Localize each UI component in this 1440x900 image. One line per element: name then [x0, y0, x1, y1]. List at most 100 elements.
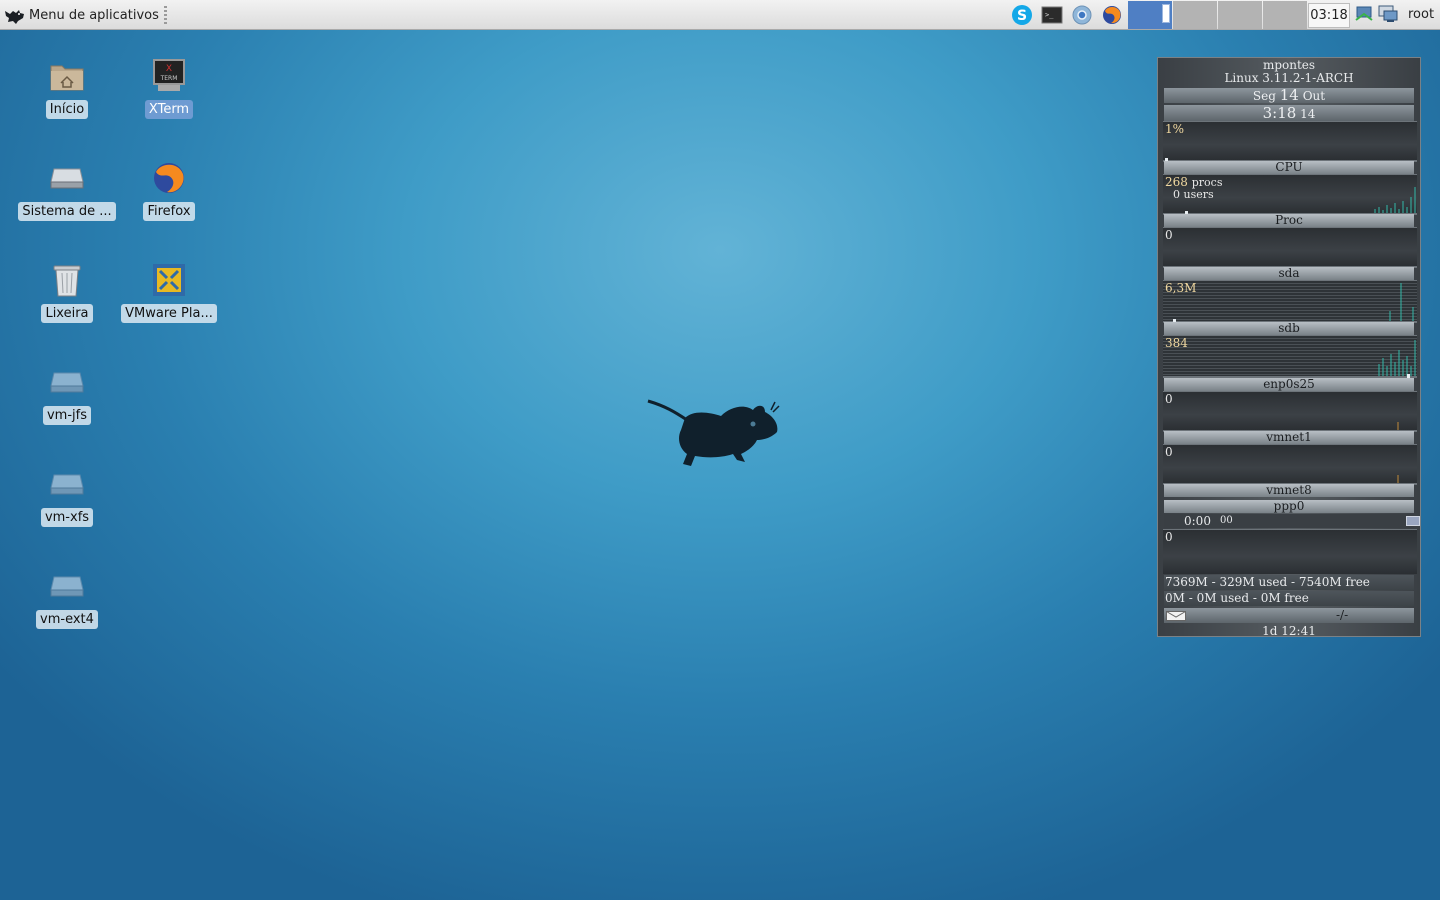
workspace-4[interactable] [1263, 1, 1307, 29]
gk-date: Seg 14 Out [1164, 88, 1414, 103]
network-connections-tray[interactable] [1377, 4, 1399, 28]
gk-vmnet1-chart[interactable]: 0 [1163, 391, 1417, 430]
gk-kernel: Linux 3.11.2-1-ARCH [1224, 71, 1354, 85]
gk-ppp0-timer: 0:00 00 [1164, 514, 1420, 528]
gk-vmnet8-chart[interactable]: 0 [1163, 444, 1417, 483]
chromium-launcher[interactable] [1071, 4, 1093, 26]
gk-sdb-chart[interactable]: 6,3M [1163, 280, 1417, 321]
gk-date-month: Out [1302, 89, 1326, 103]
desktop-icon-vm-ext4[interactable]: vm-ext4 [17, 568, 117, 629]
gk-date-day: Seg [1252, 89, 1276, 103]
drive-icon [49, 568, 85, 604]
workspace-switcher [1128, 1, 1308, 29]
svg-text:S: S [1017, 8, 1027, 24]
workspace-2[interactable] [1173, 1, 1217, 29]
gk-procs-value: 268 [1165, 175, 1188, 189]
desktop-icon-label: Sistema de ... [18, 202, 116, 221]
network-manager-tray[interactable] [1354, 4, 1374, 28]
desktop-icon-trash[interactable]: Lixeira [17, 262, 117, 323]
gk-sdb-value: 6,3M [1165, 281, 1197, 295]
gk-mem-meter[interactable]: 7369M - 329M used - 7540M free [1164, 575, 1414, 590]
svg-text:>_: >_ [1045, 11, 1054, 19]
desktop-icon-home[interactable]: Início [17, 58, 117, 119]
workspace-window-preview [1162, 4, 1170, 23]
vmware-icon [151, 262, 187, 298]
gk-mail-panel[interactable]: -/- [1164, 608, 1414, 623]
svg-text:X: X [166, 64, 172, 74]
gk-date-num: 14 [1279, 86, 1299, 104]
gk-enp0s25-label[interactable]: enp0s25 [1164, 378, 1414, 391]
gk-proc-label[interactable]: Proc [1164, 214, 1414, 227]
gk-sdb-label[interactable]: sdb [1164, 322, 1414, 335]
gk-time-sec: 14 [1300, 107, 1316, 121]
gk-cpu-chart[interactable]: 1% [1163, 121, 1417, 160]
mail-envelope-icon [1166, 611, 1186, 621]
gk-cpu-label[interactable]: CPU [1164, 161, 1414, 174]
firefox-launcher[interactable] [1101, 4, 1123, 26]
skype-icon: S [1012, 5, 1032, 25]
desktop-icon-vm-jfs[interactable]: vm-jfs [17, 364, 117, 425]
gk-time-main: 3:18 [1262, 104, 1297, 122]
gk-vmnet1-graph [1397, 422, 1399, 430]
desktop-icon-label: VMware Pla... [121, 304, 217, 323]
gk-users-value: 0 [1173, 188, 1180, 201]
applications-menu-button[interactable]: Menu de aplicativos [4, 3, 159, 27]
gk-sda-chart[interactable]: 0 [1163, 227, 1417, 266]
drive-icon [49, 364, 85, 400]
gk-ppp0-sec: 00 [1220, 515, 1233, 526]
top-panel: Menu de aplicativos S >_ 03:18 root [0, 0, 1440, 30]
gk-vmnet1-label[interactable]: vmnet1 [1164, 431, 1414, 444]
network-icon [1355, 6, 1373, 21]
desktop-icon-xterm[interactable]: X TERM XTerm [119, 58, 219, 119]
gk-proc-graph [1374, 187, 1416, 213]
gk-enp0s25-chart[interactable]: 384 [1163, 335, 1417, 376]
desktop-icon-firefox[interactable]: Firefox [119, 160, 219, 221]
gk-mem-text: 7369M - 329M used - 7540M free [1165, 575, 1370, 589]
gkrellm-monitor: mpontes Linux 3.11.2-1-ARCH Seg 14 Out 3… [1157, 57, 1421, 638]
panel-clock[interactable]: 03:18 [1308, 3, 1350, 28]
terminal-launcher[interactable]: >_ [1041, 4, 1063, 26]
gk-enp0s25-value: 384 [1165, 336, 1188, 350]
desktop-icon-filesystem[interactable]: Sistema de ... [17, 160, 117, 221]
gk-enp0s25-graph [1378, 340, 1416, 376]
svg-text:TERM: TERM [160, 75, 178, 82]
gk-sda-label[interactable]: sda [1164, 267, 1414, 280]
applications-menu-label: Menu de aplicativos [29, 7, 159, 23]
user-menu[interactable]: root [1408, 7, 1434, 22]
gk-sda-value: 0 [1165, 228, 1173, 242]
gk-ppp0-time: 0:00 [1184, 514, 1211, 528]
home-folder-icon [49, 58, 85, 94]
workspace-3[interactable] [1218, 1, 1262, 29]
firefox-icon [151, 160, 187, 196]
desktop-icon-label: vm-ext4 [36, 610, 98, 629]
gk-cpu-value: 1% [1165, 122, 1185, 136]
gk-vmnet8-graph [1397, 475, 1399, 483]
terminal-icon: >_ [1041, 6, 1063, 24]
gk-hostname: mpontes [1262, 58, 1316, 72]
desktop-icon-label: XTerm [144, 100, 194, 119]
gk-ppp0-chart[interactable]: 0 [1163, 529, 1417, 574]
desktop-icon-label: Firefox [143, 202, 195, 221]
gk-proc-chart[interactable]: 268 procs 0 users [1163, 174, 1417, 213]
xfce-mouse-wallpaper-logo [647, 399, 780, 466]
gk-users-unit: users [1183, 188, 1214, 201]
gk-vmnet8-label[interactable]: vmnet8 [1164, 484, 1414, 497]
drive-icon [49, 466, 85, 502]
chromium-icon [1072, 5, 1092, 25]
xterm-icon: X TERM [151, 58, 187, 94]
firefox-icon [1103, 6, 1121, 24]
gk-vmnet8-value: 0 [1165, 445, 1173, 459]
desktop-icon-label: vm-xfs [40, 508, 94, 527]
gk-ppp0-label[interactable]: ppp0 [1164, 500, 1414, 513]
gk-uptime: 1d 12:41 [1262, 624, 1316, 638]
gk-swap-meter[interactable]: 0M - 0M used - 0M free [1164, 591, 1414, 606]
workspace-1[interactable] [1128, 1, 1172, 29]
desktop-icon-vm-xfs[interactable]: vm-xfs [17, 466, 117, 527]
desktop-icon-vmware[interactable]: VMware Pla... [119, 262, 219, 323]
desktop-icon-label: Lixeira [41, 304, 93, 323]
skype-launcher[interactable]: S [1011, 4, 1033, 26]
trash-icon [49, 262, 85, 298]
xfce-mouse-icon [5, 10, 24, 24]
gk-sdb-graph [1389, 283, 1414, 321]
gk-ppp0-connect-button[interactable] [1406, 516, 1420, 526]
